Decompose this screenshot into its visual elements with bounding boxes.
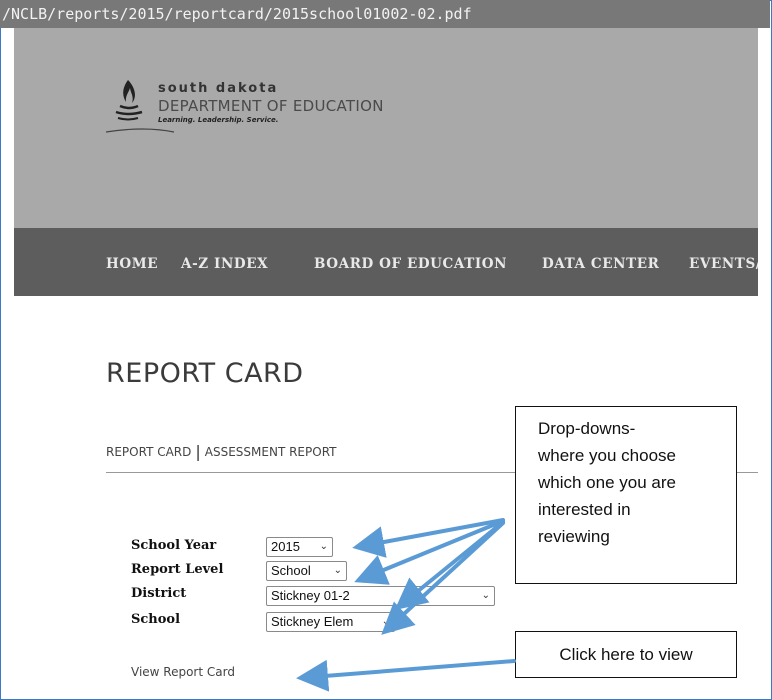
subnav-report-card[interactable]: REPORT CARD <box>106 445 191 459</box>
url-bar[interactable]: /NCLB/reports/2015/reportcard/2015school… <box>0 0 770 28</box>
dropdown-callout: Drop-downs- where you choose which one y… <box>515 406 737 584</box>
nav-data-center[interactable]: DATA CENTER <box>542 228 659 296</box>
school-label: School <box>131 612 181 627</box>
page-title: REPORT CARD <box>106 358 304 389</box>
report-level-value: School <box>271 563 311 578</box>
chevron-down-icon: ⌄ <box>481 590 490 601</box>
logo-line-1: south dakota <box>158 81 279 96</box>
school-year-select[interactable]: 2015 ⌄ <box>266 537 333 557</box>
school-year-value: 2015 <box>271 539 300 554</box>
chevron-down-icon: ⌄ <box>381 616 390 627</box>
district-label: District <box>131 586 187 601</box>
view-report-card-link[interactable]: View Report Card <box>131 665 235 679</box>
nav-home[interactable]: HOME <box>106 228 158 296</box>
school-year-label: School Year <box>131 538 217 553</box>
nav-events[interactable]: EVENTS/I <box>689 228 758 296</box>
callout-line: reviewing <box>538 527 610 546</box>
callout-line: which one you are <box>538 473 676 492</box>
report-level-select[interactable]: School ⌄ <box>266 561 347 581</box>
logo-line-2: DEPARTMENT OF EDUCATION <box>158 97 384 115</box>
subnav-assessment-report[interactable]: ASSESSMENT REPORT <box>205 445 337 459</box>
callout-line: where you choose <box>538 446 676 465</box>
callout-line: Drop-downs- <box>538 419 636 438</box>
report-level-label: Report Level <box>131 562 224 577</box>
subnav-separator: | <box>195 442 201 461</box>
district-select[interactable]: Stickney 01-2 ⌄ <box>266 586 495 606</box>
callout-line: interested in <box>538 500 631 519</box>
chevron-down-icon: ⌄ <box>319 541 328 552</box>
chevron-down-icon: ⌄ <box>333 565 342 576</box>
nav-a-z-index[interactable]: A-Z INDEX <box>181 228 268 296</box>
school-value: Stickney Elem <box>271 614 354 629</box>
school-select[interactable]: Stickney Elem ⌄ <box>266 612 395 632</box>
nav-board-of-education[interactable]: BOARD OF EDUCATION <box>314 228 507 296</box>
district-value: Stickney 01-2 <box>271 588 350 603</box>
logo-tagline: Learning. Leadership. Service. <box>158 116 279 124</box>
main-nav: HOME A-Z INDEX BOARD OF EDUCATION DATA C… <box>14 228 758 296</box>
view-callout: Click here to view <box>515 631 737 678</box>
sub-navigation: REPORT CARD | ASSESSMENT REPORT <box>106 441 337 461</box>
